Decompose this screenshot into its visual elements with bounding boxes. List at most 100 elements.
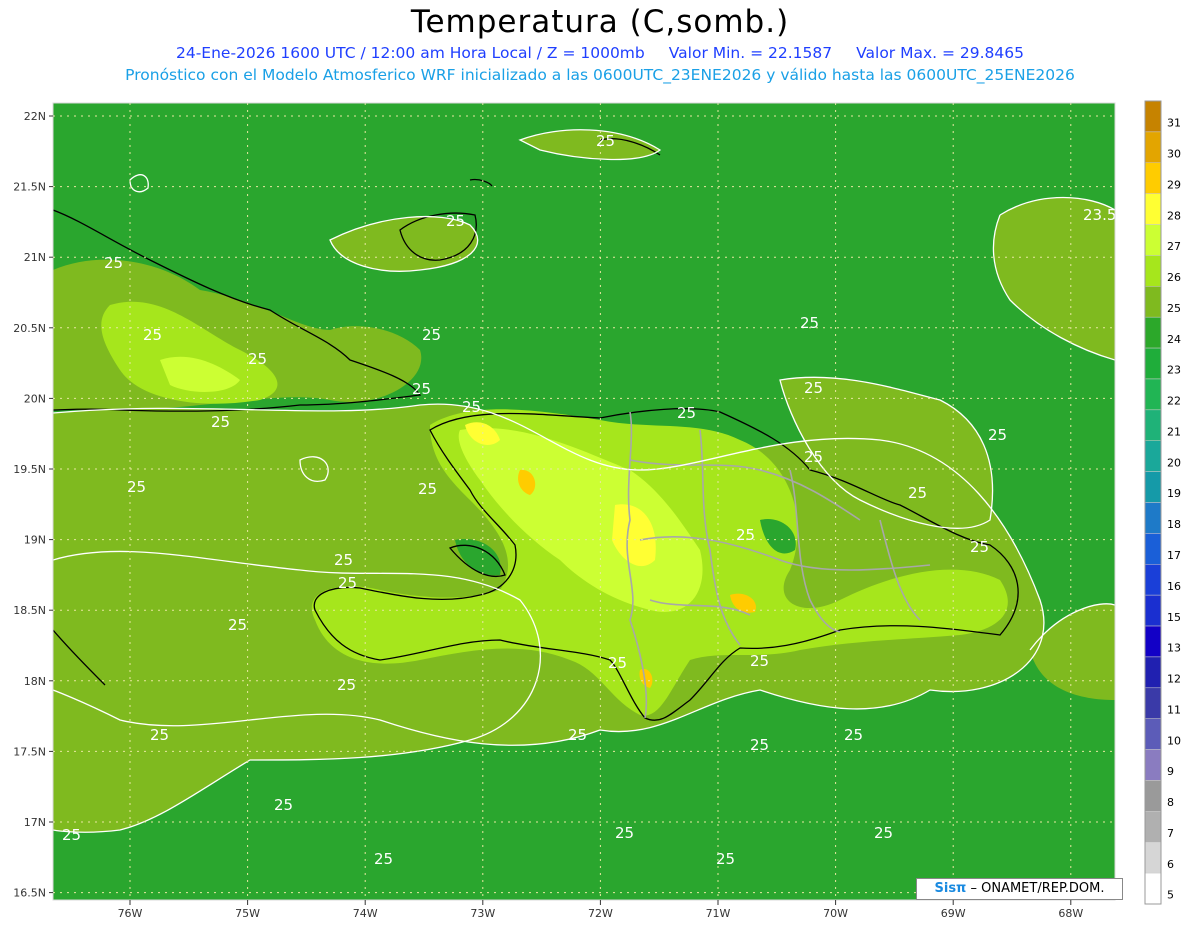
contour-label: 25: [988, 426, 1007, 444]
colorbar-label: 26: [1167, 271, 1181, 284]
lat-tick-label: 17.5N: [13, 745, 46, 758]
colorbar-swatch: [1144, 687, 1162, 719]
lat-tick-label: 21N: [24, 251, 46, 264]
contour-label: 25: [462, 398, 481, 416]
contour-label: 25: [412, 380, 431, 398]
colorbar-swatch: [1144, 594, 1162, 627]
lon-tick-label: 73W: [470, 907, 495, 920]
colorbar-label: 11: [1167, 703, 1181, 716]
contour-label: 25: [211, 413, 230, 431]
colorbar-label: 13: [1167, 642, 1181, 655]
colorbar-swatch: [1144, 162, 1162, 194]
colorbar-label: 10: [1167, 734, 1181, 747]
colorbar-swatch: [1144, 193, 1162, 225]
colorbar-label: 19: [1167, 487, 1181, 500]
sispi-logo-text: Sisπ: [934, 881, 967, 896]
colorbar-swatch: [1144, 811, 1162, 843]
contour-label: 25: [874, 824, 893, 842]
colorbar-label: 17: [1167, 549, 1181, 562]
lat-tick-label: 21.5N: [13, 181, 46, 194]
contour-label: 25: [970, 538, 989, 556]
contour-label: 25: [337, 676, 356, 694]
colorbar-swatch: [1144, 316, 1162, 349]
lon-tick-label: 68W: [1058, 907, 1083, 920]
lat-tick-label: 19.5N: [13, 463, 46, 476]
colorbar-label: 24: [1167, 333, 1181, 346]
lat-tick-label: 18.5N: [13, 604, 46, 617]
colorbar-label: 12: [1167, 673, 1181, 686]
colorbar-label: 23: [1167, 364, 1181, 377]
contour-label: 25: [844, 726, 863, 744]
lat-tick-label: 17N: [24, 816, 46, 829]
colorbar-swatch: [1144, 131, 1162, 164]
colorbar-label: 30: [1167, 148, 1181, 161]
colorbar-label: 5: [1167, 889, 1174, 902]
colorbar-label: 18: [1167, 518, 1181, 531]
colorbar-label: 28: [1167, 209, 1181, 222]
lon-tick-label: 70W: [823, 907, 848, 920]
lon-tick-label: 72W: [588, 907, 613, 920]
colorbar-swatch: [1144, 440, 1162, 472]
colorbar-label: 22: [1167, 395, 1181, 408]
lat-tick-label: 18N: [24, 675, 46, 688]
colorbar-swatch: [1144, 872, 1162, 905]
contour-label: 25: [800, 314, 819, 332]
contour-label: 25: [736, 526, 755, 544]
contour-label: 25: [338, 574, 357, 592]
colorbar-label: 16: [1167, 580, 1181, 593]
lat-tick-label: 20.5N: [13, 322, 46, 335]
colorbar-label: 20: [1167, 456, 1181, 469]
colorbar-label: 7: [1167, 827, 1174, 840]
colorbar: 31 30 29 28 27 26 25 24 23 22 21 20 19 18 17 16 15 13 12 11…: [1144, 100, 1181, 905]
contour-label: 25: [150, 726, 169, 744]
colorbar-swatch: [1144, 502, 1162, 534]
contour-label: 23.5: [1083, 206, 1116, 224]
colorbar-swatch: [1144, 749, 1162, 781]
contour-label: 25: [104, 254, 123, 272]
lat-tick-label: 22N: [24, 110, 46, 123]
contour-label: 25: [750, 652, 769, 670]
colorbar-label: 27: [1167, 240, 1181, 253]
colorbar-label: 6: [1167, 858, 1174, 871]
contour-label: 25: [615, 824, 634, 842]
contour-label: 25: [750, 736, 769, 754]
contour-label: 25: [248, 350, 267, 368]
lat-tick-label: 19N: [24, 534, 46, 547]
colorbar-label: 15: [1167, 611, 1181, 624]
colorbar-swatch: [1144, 100, 1162, 133]
longitude-axis: 76W 75W 74W 73W 72W 71W 70W 69W 68W: [118, 900, 1083, 920]
colorbar-swatch: [1144, 780, 1162, 812]
contour-label: 25: [608, 654, 627, 672]
contour-label: 25: [143, 326, 162, 344]
contour-label: 25: [334, 551, 353, 569]
contour-label: 25: [446, 212, 465, 230]
lon-tick-label: 74W: [353, 907, 378, 920]
colorbar-swatch: [1144, 224, 1162, 256]
colorbar-swatch: [1144, 378, 1162, 411]
lon-tick-label: 76W: [118, 907, 143, 920]
colorbar-label: 31: [1167, 117, 1181, 130]
contour-label: 25: [62, 826, 81, 844]
latitude-axis: 22N 21.5N 21N 20.5N 20N 19.5N 19N 18.5N 18N 17.5N…: [13, 110, 53, 900]
lat-tick-label: 20N: [24, 392, 46, 405]
contour-label: 25: [274, 796, 293, 814]
colorbar-label: 9: [1167, 765, 1174, 778]
contour-label: 25: [804, 448, 823, 466]
colorbar-swatch: [1144, 564, 1162, 596]
colorbar-swatch: [1144, 409, 1162, 441]
lon-tick-label: 69W: [941, 907, 966, 920]
contour-label: 25: [804, 379, 823, 397]
colorbar-swatch: [1144, 656, 1162, 689]
contour-label: 25: [716, 850, 735, 868]
credit-box: Sisπ – ONAMET/REP.DOM.: [916, 878, 1123, 900]
colorbar-swatch: [1144, 718, 1162, 750]
colorbar-label: 8: [1167, 796, 1174, 809]
colorbar-swatch: [1144, 625, 1162, 658]
contour-label: 25: [228, 616, 247, 634]
lat-tick-label: 16.5N: [13, 887, 46, 900]
contour-label: 25: [422, 326, 441, 344]
colorbar-swatch: [1144, 841, 1162, 874]
contour-label: 25: [677, 404, 696, 422]
contour-label: 25: [596, 132, 615, 150]
colorbar-label: 21: [1167, 425, 1181, 438]
